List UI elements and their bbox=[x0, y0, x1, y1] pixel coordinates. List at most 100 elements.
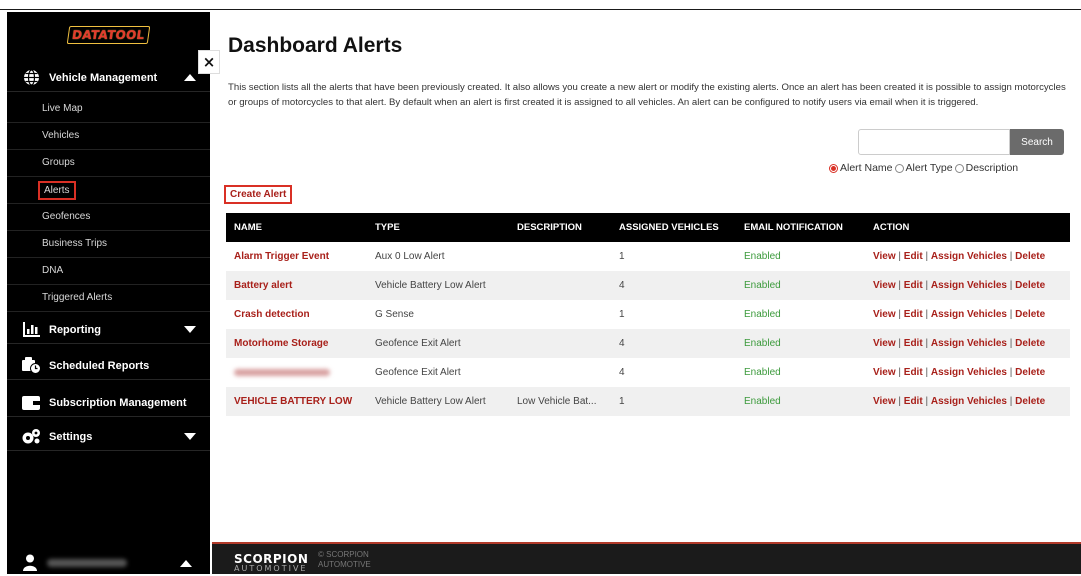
alert-name-link[interactable]: Battery alert bbox=[226, 271, 367, 300]
sidebar-item-business-trips[interactable]: Business Trips bbox=[7, 231, 210, 258]
delete-link[interactable]: Delete bbox=[1015, 280, 1045, 291]
row-actions: View | Edit | Assign Vehicles | Delete bbox=[873, 251, 1046, 262]
create-alert-button[interactable]: Create Alert bbox=[224, 185, 293, 204]
search-input[interactable] bbox=[858, 129, 1010, 155]
sidebar-settings[interactable]: Settings bbox=[7, 423, 210, 451]
row-actions: View | Edit | Assign Vehicles | Delete bbox=[873, 309, 1046, 320]
edit-link[interactable]: Edit bbox=[904, 280, 923, 291]
sidebar-item-triggered-alerts[interactable]: Triggered Alerts bbox=[7, 285, 210, 312]
alert-description bbox=[509, 300, 611, 329]
sidebar-label: Subscription Management bbox=[49, 396, 187, 409]
alert-name-link[interactable] bbox=[226, 358, 367, 387]
radio-label: Description bbox=[965, 162, 1019, 174]
radio-alert-name[interactable] bbox=[829, 163, 838, 173]
brand-logo[interactable]: DATATOOL bbox=[7, 26, 210, 44]
sidebar-scheduled-reports[interactable]: Scheduled Reports bbox=[7, 352, 210, 380]
assigned-vehicles: 4 bbox=[619, 367, 625, 378]
delete-link[interactable]: Delete bbox=[1015, 251, 1045, 262]
assign-vehicles-link[interactable]: Assign Vehicles bbox=[931, 280, 1007, 291]
edit-link[interactable]: Edit bbox=[904, 309, 923, 320]
delete-link[interactable]: Delete bbox=[1015, 396, 1045, 407]
table-row: VEHICLE BATTERY LOW Vehicle Battery Low … bbox=[226, 387, 1070, 416]
view-link[interactable]: View bbox=[873, 309, 896, 320]
email-notification: Enabled bbox=[744, 338, 781, 349]
assigned-vehicles: 4 bbox=[619, 280, 625, 291]
sidebar-label: Scheduled Reports bbox=[49, 359, 150, 372]
delete-link[interactable]: Delete bbox=[1015, 338, 1045, 349]
view-link[interactable]: View bbox=[873, 280, 896, 291]
row-actions: View | Edit | Assign Vehicles | Delete bbox=[873, 367, 1046, 378]
sidebar-item-geofences[interactable]: Geofences bbox=[7, 204, 210, 231]
sidebar-vehicle-management[interactable]: Vehicle Management bbox=[7, 64, 210, 92]
user-icon bbox=[23, 554, 39, 572]
column-header[interactable]: EMAIL NOTIFICATION bbox=[736, 213, 865, 242]
column-header[interactable]: ASSIGNED VEHICLES bbox=[611, 213, 736, 242]
column-header[interactable]: TYPE bbox=[367, 213, 509, 242]
edit-link[interactable]: Edit bbox=[904, 367, 923, 378]
delete-link[interactable]: Delete bbox=[1015, 367, 1045, 378]
assign-vehicles-link[interactable]: Assign Vehicles bbox=[931, 338, 1007, 349]
email-notification: Enabled bbox=[744, 280, 781, 291]
sidebar-subscription-management[interactable]: Subscription Management bbox=[7, 389, 210, 417]
alert-name-link[interactable]: Crash detection bbox=[226, 300, 367, 329]
radio-description[interactable] bbox=[954, 163, 964, 173]
table-row: Geofence Exit Alert 4 Enabled View | Edi… bbox=[226, 358, 1070, 387]
alert-description bbox=[509, 271, 611, 300]
edit-link[interactable]: Edit bbox=[904, 396, 923, 407]
view-link[interactable]: View bbox=[873, 396, 896, 407]
edit-link[interactable]: Edit bbox=[904, 338, 923, 349]
bar-chart-icon bbox=[21, 321, 41, 339]
wallet-icon bbox=[21, 394, 41, 412]
sidebar-item-live-map[interactable]: Live Map bbox=[7, 96, 210, 123]
assign-vehicles-link[interactable]: Assign Vehicles bbox=[931, 396, 1007, 407]
alert-description bbox=[509, 242, 611, 271]
delete-link[interactable]: Delete bbox=[1015, 309, 1045, 320]
gears-icon bbox=[21, 428, 41, 446]
alert-description bbox=[509, 329, 611, 358]
sidebar-item-dna[interactable]: DNA bbox=[7, 258, 210, 285]
scheduled-report-icon bbox=[21, 357, 41, 375]
radio-label: Alert Type bbox=[905, 162, 953, 174]
view-link[interactable]: View bbox=[873, 251, 896, 262]
caret-up-icon bbox=[180, 559, 192, 567]
footer: SCORPION AUTOMOTIVE © SCORPION AUTOMOTIV… bbox=[212, 542, 1081, 574]
radio-label: Alert Name bbox=[840, 162, 893, 174]
sidebar-item-vehicles[interactable]: Vehicles bbox=[7, 123, 210, 150]
alerts-table: NAME TYPE DESCRIPTION ASSIGNED VEHICLES … bbox=[226, 213, 1070, 416]
table-header-row: NAME TYPE DESCRIPTION ASSIGNED VEHICLES … bbox=[226, 213, 1070, 242]
alert-name-link[interactable]: Alarm Trigger Event bbox=[226, 242, 367, 271]
page-intro: This section lists all the alerts that h… bbox=[228, 82, 1066, 108]
view-link[interactable]: View bbox=[873, 338, 896, 349]
email-notification: Enabled bbox=[744, 396, 781, 407]
sidebar-label: Reporting bbox=[49, 323, 101, 336]
view-link[interactable]: View bbox=[873, 367, 896, 378]
row-actions: View | Edit | Assign Vehicles | Delete bbox=[873, 396, 1046, 407]
sidebar-item-alerts[interactable]: Alerts bbox=[7, 177, 210, 204]
assign-vehicles-link[interactable]: Assign Vehicles bbox=[931, 367, 1007, 378]
footer-logo[interactable]: SCORPION AUTOMOTIVE bbox=[234, 552, 308, 573]
search-button[interactable]: Search bbox=[1010, 129, 1064, 155]
column-header[interactable]: NAME bbox=[226, 213, 367, 242]
alert-name-link[interactable]: Motorhome Storage bbox=[226, 329, 367, 358]
email-notification: Enabled bbox=[744, 251, 781, 262]
radio-alert-type[interactable] bbox=[894, 163, 904, 173]
alert-name-link[interactable]: VEHICLE BATTERY LOW bbox=[226, 387, 367, 416]
assigned-vehicles: 4 bbox=[619, 338, 625, 349]
email-notification: Enabled bbox=[744, 309, 781, 320]
sidebar-reporting[interactable]: Reporting bbox=[7, 316, 210, 344]
caret-down-icon bbox=[184, 433, 196, 440]
search-filter-radios: Alert Name Alert Type Description bbox=[827, 162, 1018, 174]
alert-type: Geofence Exit Alert bbox=[375, 367, 461, 378]
top-border bbox=[0, 0, 1081, 10]
user-menu[interactable] bbox=[7, 552, 210, 574]
edit-link[interactable]: Edit bbox=[904, 251, 923, 262]
assign-vehicles-link[interactable]: Assign Vehicles bbox=[931, 251, 1007, 262]
sidebar-item-groups[interactable]: Groups bbox=[7, 150, 210, 177]
alert-description: Low Vehicle Bat... bbox=[517, 396, 597, 407]
assign-vehicles-link[interactable]: Assign Vehicles bbox=[931, 309, 1007, 320]
assigned-vehicles: 1 bbox=[619, 396, 625, 407]
column-header[interactable]: DESCRIPTION bbox=[509, 213, 611, 242]
close-sidebar-button[interactable]: × bbox=[198, 50, 220, 74]
caret-up-icon bbox=[184, 74, 196, 81]
table-row: Crash detection G Sense 1 Enabled View |… bbox=[226, 300, 1070, 329]
